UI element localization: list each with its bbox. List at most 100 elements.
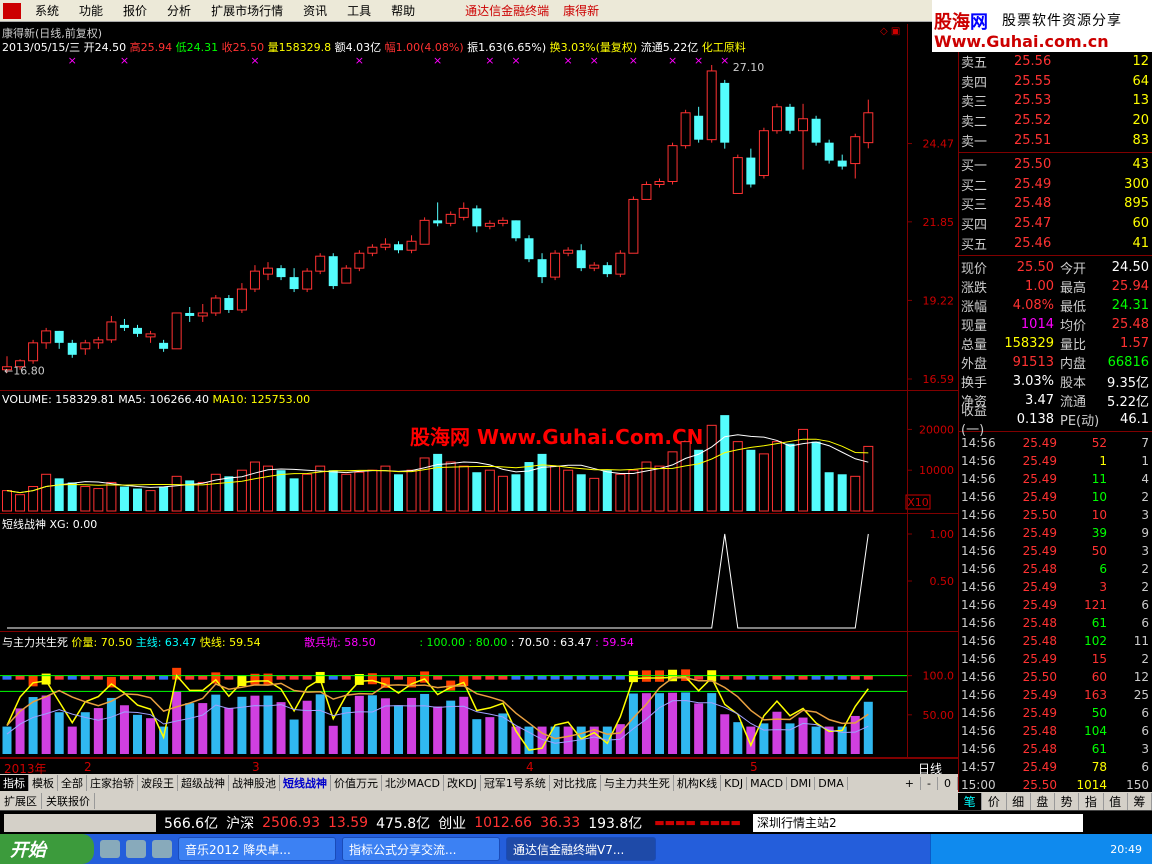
tab-5[interactable]: 超级战神 [178, 775, 229, 791]
sell-price[interactable]: 25.52 [1014, 113, 1070, 128]
volume-panel[interactable]: VOLUME: 158329.81 MA5: 106266.40 MA10: 1… [0, 391, 958, 514]
quote-panel: 卖五 25.56 12 卖四 25.55 64 卖三 25.53 13 卖二 25.52 20 卖一 25… [958, 52, 1152, 792]
tab-12[interactable]: 对比找底 [550, 775, 601, 791]
xg-marker: × [485, 54, 494, 67]
tab-0[interactable]: 指标 [0, 775, 29, 791]
volume-bar [798, 428, 809, 512]
sell-price[interactable]: 25.51 [1014, 133, 1070, 148]
menu-tools[interactable]: 工具 [337, 2, 381, 19]
tab-14[interactable]: 机构K线 [674, 775, 722, 791]
rtab-4[interactable]: 势 [1055, 792, 1080, 810]
volume-bar [106, 481, 117, 512]
status-label-cy: 创业 [438, 815, 467, 832]
sell-price[interactable]: 25.56 [1014, 54, 1070, 69]
rtab-6[interactable]: 值 [1104, 792, 1128, 810]
menu-quote[interactable]: 报价 [113, 2, 157, 19]
menu-ext-market[interactable]: 扩展市场行情 [201, 2, 293, 19]
ysz-bar [459, 696, 469, 754]
tick-time: 14:56 [961, 651, 996, 666]
tab-7[interactable]: 短线战神 [280, 775, 331, 791]
tab-10[interactable]: 改KDJ [444, 775, 481, 791]
dsw-chart[interactable]: 1.00 0.50 [0, 514, 958, 632]
task-tdx[interactable]: 通达信金融终端V7... [506, 837, 656, 861]
date-axis: 2013年 2 3 4 5 日线 [0, 758, 958, 776]
tab-ext-area[interactable]: 扩展区 [0, 793, 42, 809]
tab-3[interactable]: 庄家抬轿 [87, 775, 138, 791]
rtab-7[interactable]: 筹 [1128, 792, 1152, 810]
candle-body [394, 244, 403, 251]
price-panel[interactable]: 康得新(日线,前复权) 2013/05/15/三 开24.50 高25.94 低… [0, 24, 958, 391]
tick-list[interactable]: 14:56 25.49 52 7 14:56 25.49 1 1 14:56 25.49 11 4 14… [959, 434, 1152, 794]
volume-bar [863, 445, 874, 512]
rtab-5[interactable]: 指 [1079, 792, 1104, 810]
ysz-bar [655, 693, 664, 754]
tab-related-quote[interactable]: 关联报价 [42, 793, 95, 809]
candlestick-chart[interactable]: 24.47 21.85 19.22 16.59 27.10 ←16.80 × × × × × × × × ×… [0, 24, 958, 391]
volume-bar [159, 486, 169, 511]
rtab-1[interactable]: 价 [982, 792, 1007, 810]
buy-price[interactable]: 25.48 [1014, 196, 1070, 211]
menu-help[interactable]: 帮助 [381, 2, 425, 19]
tick-time: 14:56 [961, 615, 996, 630]
ysz-indicator-panel[interactable]: 与主力共生死 价量: 70.50 主线: 63.47 快线: 59.54 散兵坑… [0, 632, 958, 758]
quicklaunch-icon-2[interactable] [126, 840, 146, 858]
buy-price[interactable]: 25.46 [1014, 236, 1070, 251]
tab-1[interactable]: 模板 [29, 775, 58, 791]
buy-price[interactable]: 25.47 [1014, 216, 1070, 231]
tick-row: 14:56 25.48 102 11 [959, 632, 1152, 650]
vol-tick-label: 10000 [919, 464, 954, 477]
task-forum[interactable]: 指标公式分享交流... [342, 837, 500, 861]
tab-18[interactable]: DMA [815, 776, 848, 790]
stat-row: 涨跌 1.00 最高 25.94 [959, 277, 1152, 296]
rtab-3[interactable]: 盘 [1031, 792, 1055, 810]
tab-8[interactable]: 价值万元 [331, 775, 382, 791]
sell-orderbook: 卖五 25.56 12 卖四 25.55 64 卖三 25.53 13 卖二 25.52 20 卖一 25… [959, 52, 1152, 150]
ysz-chart[interactable]: 100.0 50.00 [0, 632, 958, 758]
task-music[interactable]: 音乐2012 降央卓... [178, 837, 336, 861]
buy-price[interactable]: 25.50 [1014, 157, 1070, 172]
quicklaunch-icon-1[interactable] [100, 840, 120, 858]
tab-ctrl-2[interactable]: 0 [938, 776, 958, 790]
tab-17[interactable]: DMI [787, 776, 816, 790]
stat-value: 3.47 [1025, 392, 1054, 408]
ysz-bar [328, 725, 338, 754]
quicklaunch-icon-3[interactable] [152, 840, 172, 858]
ysz-cap [159, 675, 169, 680]
menu-analysis[interactable]: 分析 [157, 2, 201, 19]
ysz-cap [394, 675, 403, 680]
vol-unit-label: X10 [907, 496, 929, 509]
tab-2[interactable]: 全部 [58, 775, 87, 791]
ysz-cap [2, 675, 12, 680]
buy-price[interactable]: 25.49 [1014, 177, 1070, 192]
ysz-bar [772, 711, 782, 754]
rtab-0[interactable]: 笔 [958, 792, 983, 810]
tab-4[interactable]: 波段王 [138, 775, 178, 791]
stat-label-2: 量比 [1060, 337, 1087, 353]
tab-16[interactable]: MACD [747, 776, 788, 790]
ysz-bar [250, 695, 260, 754]
tab-ctrl-1[interactable]: - [921, 776, 938, 790]
tab-13[interactable]: 与主力共生死 [601, 775, 674, 791]
sell-price[interactable]: 25.55 [1014, 74, 1070, 89]
candle-body [524, 238, 534, 260]
rtab-2[interactable]: 细 [1007, 792, 1031, 810]
buy-label: 买二 [961, 178, 988, 194]
start-button[interactable]: 开始 [0, 834, 94, 864]
menu-info[interactable]: 资讯 [293, 2, 337, 19]
menu-system[interactable]: 系统 [25, 2, 69, 19]
server-name[interactable]: 深圳行情主站2 [752, 813, 1083, 832]
menu-function[interactable]: 功能 [69, 2, 113, 19]
tab-15[interactable]: KDJ [721, 776, 748, 790]
status-input-box[interactable] [4, 813, 156, 832]
tab-ctrl-0[interactable]: + [899, 776, 922, 790]
candle-body [550, 252, 561, 278]
tab-6[interactable]: 战神股池 [229, 775, 280, 791]
volume-chart[interactable]: 20000 10000 X10 [0, 391, 958, 514]
tab-9[interactable]: 北沙MACD [382, 775, 444, 791]
tick-time: 14:56 [961, 723, 996, 738]
volume-bar [524, 462, 534, 511]
dsw-indicator-panel[interactable]: 短线战神 XG: 0.00 1.00 0.50 [0, 514, 958, 632]
sell-price[interactable]: 25.53 [1014, 93, 1070, 108]
mini-bars-icon: ▬▬▬▬ ▬▬▬▬ [654, 816, 741, 829]
tab-11[interactable]: 冠军1号系统 [481, 775, 550, 791]
